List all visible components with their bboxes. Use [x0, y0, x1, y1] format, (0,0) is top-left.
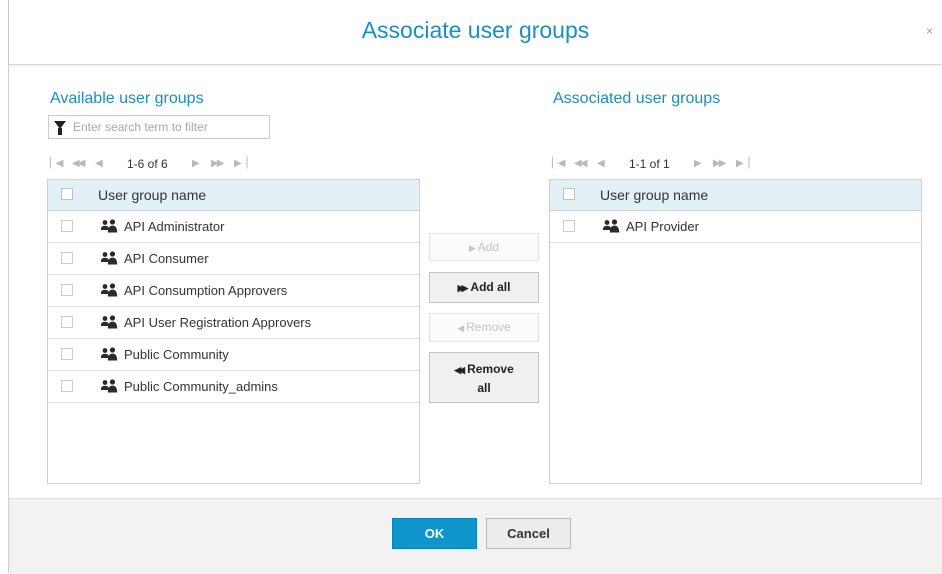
- cancel-button[interactable]: Cancel: [486, 518, 571, 549]
- grid-header: User group name: [550, 180, 921, 211]
- column-header-label: User group name: [98, 187, 207, 203]
- user-group-icon: [100, 219, 118, 233]
- remove-all-label-line2: all: [477, 381, 491, 395]
- last-page-icon[interactable]: ▶▕: [234, 158, 247, 169]
- add-all-arrow-icon: ▶▶: [457, 283, 469, 293]
- table-row[interactable]: API Consumption Approvers: [48, 275, 419, 307]
- next-block-icon[interactable]: ▶▶: [713, 158, 726, 169]
- row-checkbox[interactable]: [61, 220, 73, 232]
- available-groups-title: Available user groups: [50, 90, 204, 107]
- prev-block-icon[interactable]: ◀◀: [574, 158, 587, 169]
- select-all-checkbox[interactable]: [563, 188, 575, 200]
- add-arrow-icon: ▶: [468, 243, 476, 253]
- table-row[interactable]: Public Community: [48, 339, 419, 371]
- user-group-icon: [100, 315, 118, 329]
- user-group-name: Public Community: [124, 347, 229, 362]
- table-row[interactable]: API User Registration Approvers: [48, 307, 419, 339]
- background-edge: [0, 0, 9, 573]
- user-group-icon: [602, 219, 620, 233]
- associate-user-groups-dialog: Associate user groups × Available user g…: [9, 0, 942, 574]
- row-checkbox[interactable]: [61, 380, 73, 392]
- grid-header: User group name: [48, 180, 419, 211]
- row-checkbox[interactable]: [563, 220, 575, 232]
- search-input[interactable]: [73, 118, 263, 136]
- row-checkbox[interactable]: [61, 252, 73, 264]
- row-checkbox[interactable]: [61, 348, 73, 360]
- add-all-button-label: Add all: [470, 280, 511, 294]
- pager-info: 1-6 of 6: [127, 157, 168, 171]
- associated-rows: API Provider: [550, 211, 921, 243]
- prev-page-icon[interactable]: ◀: [95, 158, 103, 169]
- associated-groups-grid: User group name API Provider: [549, 179, 922, 484]
- associated-pager: ▏◀ ◀◀ ◀ 1-1 of 1 ▶ ▶▶ ▶▕: [550, 157, 770, 173]
- user-group-icon: [100, 347, 118, 361]
- user-group-name: API Administrator: [124, 219, 225, 234]
- filter-icon: [54, 121, 66, 135]
- user-group-name: API Consumer: [124, 251, 209, 266]
- table-row[interactable]: Public Community_admins: [48, 371, 419, 403]
- add-button-label: Add: [477, 240, 500, 254]
- pager-info: 1-1 of 1: [629, 157, 670, 171]
- dialog-header: Associate user groups ×: [9, 0, 942, 65]
- user-group-icon: [100, 379, 118, 393]
- next-page-icon[interactable]: ▶: [192, 158, 200, 169]
- available-groups-grid: User group name API Administrator API Con…: [47, 179, 420, 484]
- user-group-icon: [100, 283, 118, 297]
- column-header-label: User group name: [600, 187, 709, 203]
- table-row[interactable]: API Administrator: [48, 211, 419, 243]
- first-page-icon[interactable]: ▏◀: [50, 158, 63, 169]
- available-pager: ▏◀ ◀◀ ◀ 1-6 of 6 ▶ ▶▶ ▶▕: [48, 157, 268, 173]
- search-filter-box: [48, 115, 270, 139]
- next-block-icon[interactable]: ▶▶: [211, 158, 224, 169]
- prev-block-icon[interactable]: ◀◀: [72, 158, 85, 169]
- dialog-footer: OK Cancel: [9, 498, 942, 574]
- add-all-button[interactable]: ▶▶ Add all: [429, 272, 539, 303]
- close-icon[interactable]: ×: [926, 24, 933, 38]
- user-group-name: API User Registration Approvers: [124, 315, 312, 330]
- first-page-icon[interactable]: ▏◀: [552, 158, 565, 169]
- table-row[interactable]: API Provider: [550, 211, 921, 243]
- next-page-icon[interactable]: ▶: [694, 158, 702, 169]
- select-all-checkbox[interactable]: [61, 188, 73, 200]
- remove-button-label: Remove: [466, 320, 511, 334]
- table-row[interactable]: API Consumer: [48, 243, 419, 275]
- add-button[interactable]: ▶ Add: [429, 233, 539, 261]
- associated-groups-title: Associated user groups: [553, 90, 721, 107]
- ok-button[interactable]: OK: [392, 518, 477, 549]
- user-group-name: Public Community_admins: [124, 379, 278, 394]
- user-group-icon: [100, 251, 118, 265]
- last-page-icon[interactable]: ▶▕: [736, 158, 749, 169]
- row-checkbox[interactable]: [61, 316, 73, 328]
- dialog-title: Associate user groups: [361, 17, 590, 43]
- remove-all-button[interactable]: ◀◀ Remove all: [429, 352, 539, 403]
- user-group-name: API Provider: [626, 219, 699, 234]
- user-group-name: API Consumption Approvers: [124, 283, 288, 298]
- row-checkbox[interactable]: [61, 284, 73, 296]
- remove-all-arrow-icon: ◀◀: [454, 365, 465, 375]
- prev-page-icon[interactable]: ◀: [597, 158, 605, 169]
- remove-button[interactable]: ◀ Remove: [429, 313, 539, 342]
- remove-all-label-line1: Remove: [467, 362, 514, 376]
- available-rows: API Administrator API Consumer API Consump…: [48, 211, 419, 403]
- remove-arrow-icon: ◀: [457, 323, 464, 333]
